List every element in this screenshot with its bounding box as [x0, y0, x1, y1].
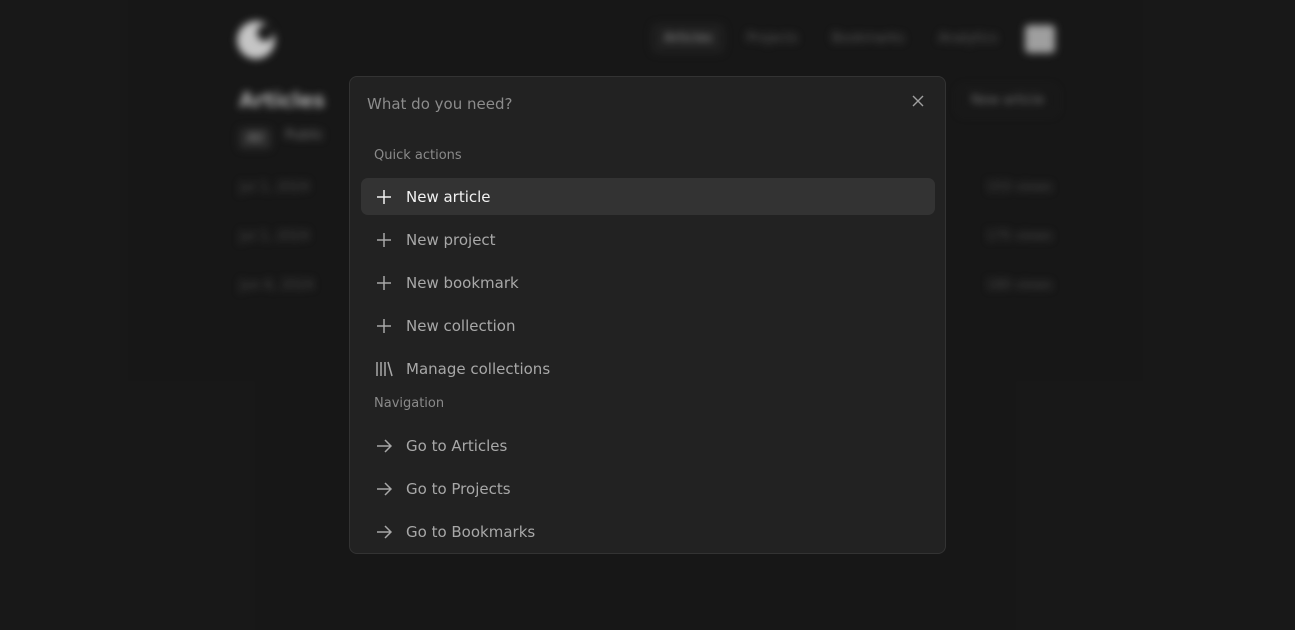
command-label: New bookmark [406, 273, 519, 292]
command-label: Go to Projects [406, 479, 511, 498]
command-search-input[interactable] [367, 95, 887, 113]
command-label: New collection [406, 316, 516, 335]
command-label: Go to Bookmarks [406, 522, 536, 541]
command-label: Go to Articles [406, 436, 508, 455]
command-label: New article [406, 187, 491, 206]
library-icon [375, 360, 393, 378]
close-button[interactable] [909, 94, 927, 112]
close-icon [912, 95, 924, 107]
arrow-right-icon [375, 437, 393, 455]
arrow-right-icon [375, 523, 393, 541]
plus-icon [375, 317, 393, 335]
arrow-right-icon [375, 480, 393, 498]
command-new-bookmark[interactable]: New bookmark [361, 264, 935, 301]
command-new-project[interactable]: New project [361, 221, 935, 258]
command-label: New project [406, 230, 496, 249]
plus-icon [375, 274, 393, 292]
command-go-articles[interactable]: Go to Articles [361, 427, 935, 464]
command-label: Manage collections [406, 359, 551, 378]
command-new-collection[interactable]: New collection [361, 307, 935, 344]
command-go-bookmarks[interactable]: Go to Bookmarks [361, 513, 935, 550]
command-manage-collections[interactable]: Manage collections [361, 350, 935, 387]
command-palette: Quick actions New article New project Ne… [349, 76, 946, 554]
group-label-quick-actions: Quick actions [374, 148, 462, 163]
plus-icon [375, 188, 393, 206]
command-list: Quick actions New article New project Ne… [361, 145, 935, 553]
command-new-article[interactable]: New article [361, 178, 935, 215]
group-label-navigation: Navigation [374, 396, 445, 411]
plus-icon [375, 231, 393, 249]
command-go-projects[interactable]: Go to Projects [361, 470, 935, 507]
